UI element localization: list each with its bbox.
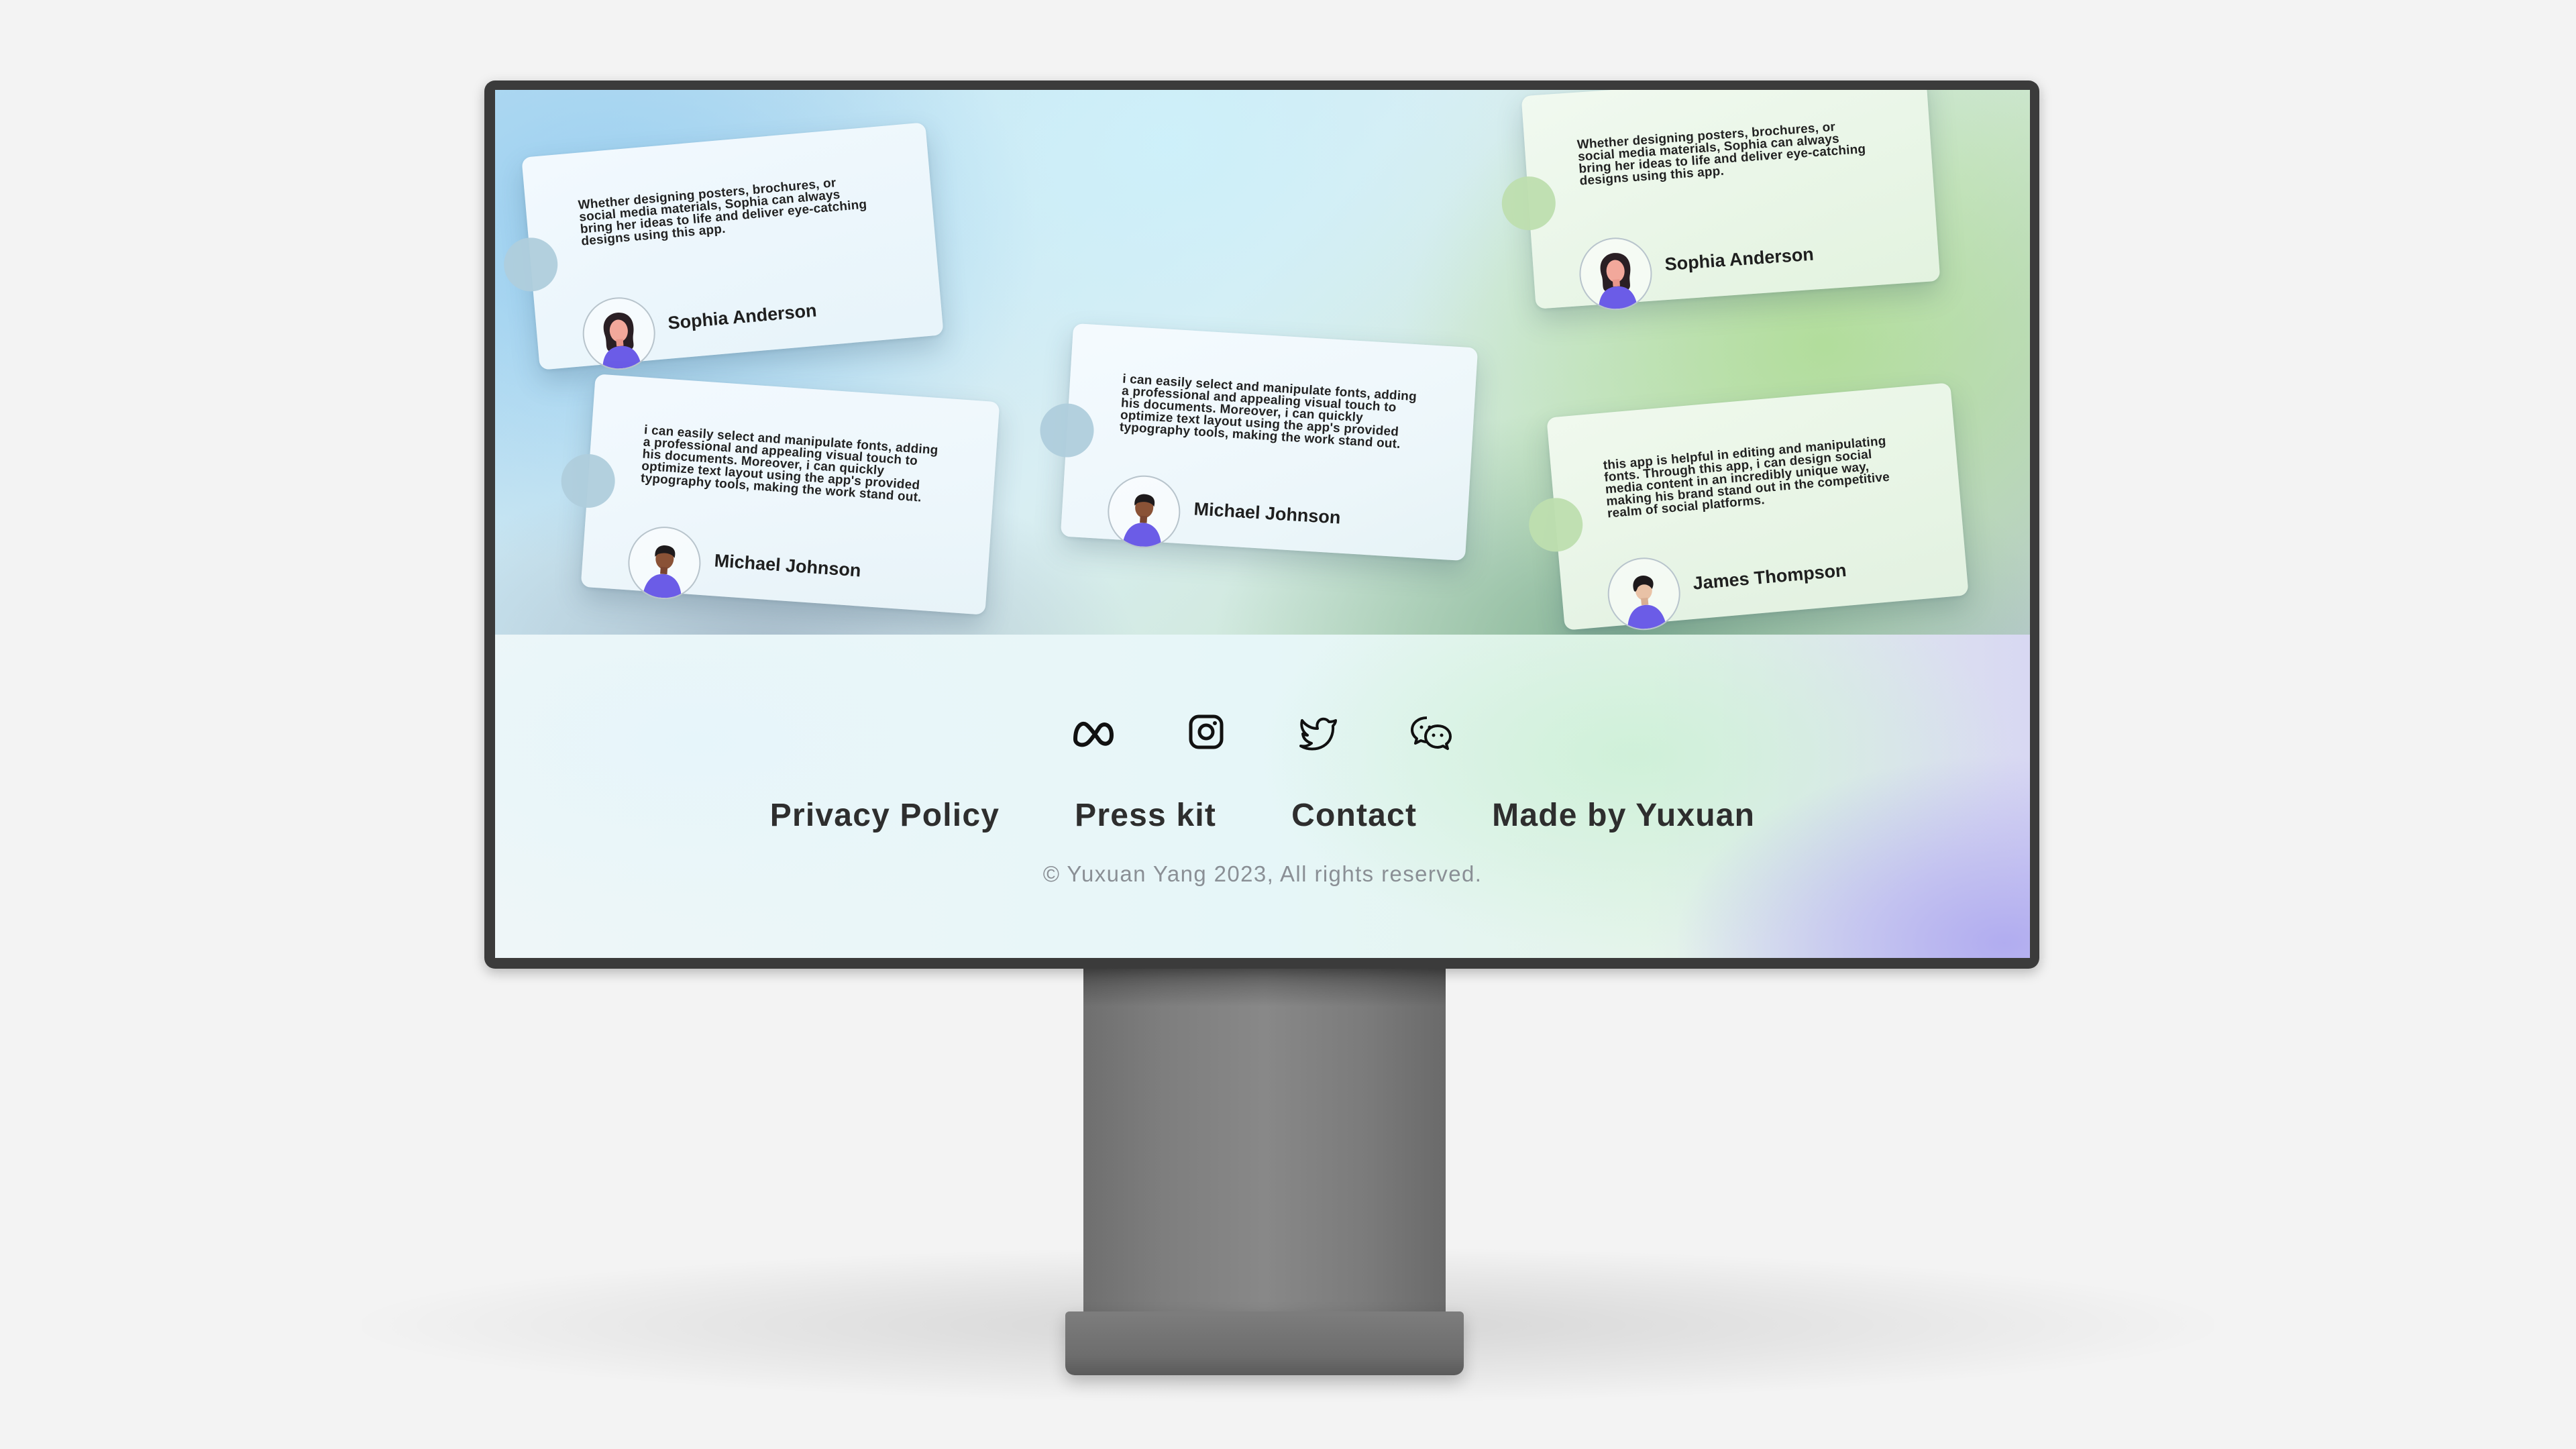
testimonial-author: Sophia Anderson [667, 300, 818, 333]
monitor-screen: Whether designing posters, brochures, or… [495, 90, 2030, 958]
testimonial-author: Michael Johnson [713, 550, 862, 581]
man-avatar-icon [1106, 473, 1183, 550]
monitor-stand-base [1065, 1311, 1464, 1375]
press-kit-link[interactable]: Press kit [1075, 797, 1216, 834]
wechat-icon[interactable] [1408, 708, 1455, 755]
woman-avatar-icon [580, 294, 659, 373]
testimonial-author: Sophia Anderson [1664, 244, 1815, 275]
testimonial-author: James Thompson [1692, 559, 1847, 594]
contact-link[interactable]: Contact [1291, 797, 1417, 834]
testimonial-text: Whether designing posters, brochures, or… [577, 176, 868, 249]
testimonial-card: Whether designing posters, brochures, or… [521, 122, 944, 373]
testimonial-text: this app is helpful in editing and manip… [1602, 433, 1890, 521]
testimonial-text: Whether designing posters, brochures, or… [1576, 119, 1866, 189]
testimonial-card: i can easily select and manipulate fonts… [1060, 323, 1479, 561]
social-links [495, 708, 2030, 755]
testimonial-text: i can easily select and manipulate fonts… [640, 423, 939, 505]
monitor-stand-shadow [1083, 966, 1446, 1006]
footer-links: Privacy Policy Press kit Contact Made by… [495, 797, 2030, 834]
woman-avatar-icon [1576, 235, 1655, 313]
man-avatar-icon [625, 524, 704, 602]
meta-icon[interactable] [1070, 708, 1117, 755]
privacy-policy-link[interactable]: Privacy Policy [770, 797, 1000, 834]
testimonial-author: Michael Johnson [1193, 498, 1342, 528]
copyright-text: © Yuxuan Yang 2023, All rights reserved. [1042, 861, 1483, 886]
testimonial-card: Whether designing posters, brochures, or… [1521, 90, 1941, 313]
twitter-icon[interactable] [1295, 708, 1342, 755]
testimonial-card: i can easily select and manipulate fonts… [580, 374, 1000, 615]
site-footer: Privacy Policy Press kit Contact Made by… [495, 635, 2030, 958]
instagram-icon[interactable] [1183, 708, 1230, 755]
monitor-stand-neck [1083, 966, 1446, 1315]
testimonials-section: Whether designing posters, brochures, or… [495, 90, 2030, 635]
man-avatar-icon [1605, 554, 1684, 633]
made-by-link[interactable]: Made by Yuxuan [1492, 797, 1755, 834]
testimonial-text: i can easily select and manipulate fonts… [1119, 372, 1417, 451]
testimonial-card: this app is helpful in editing and manip… [1546, 382, 1969, 633]
